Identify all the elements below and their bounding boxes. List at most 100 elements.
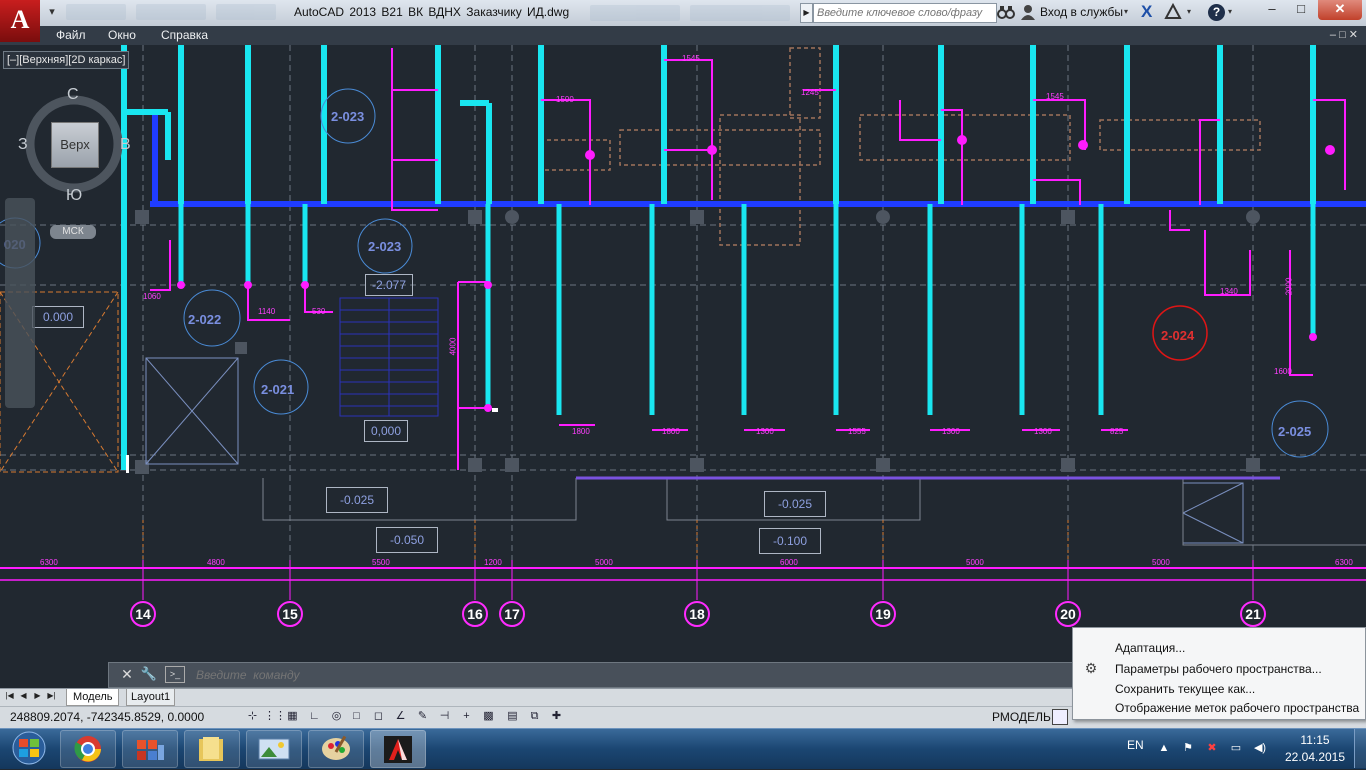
clock-time[interactable]: 11:15 — [1290, 733, 1340, 748]
ribbon-tabs-ghost — [66, 2, 286, 22]
quick-view-layouts-icon[interactable] — [1052, 709, 1068, 725]
grid-axis-label: 18 — [684, 601, 710, 627]
taskbar-chrome-icon[interactable] — [60, 730, 116, 768]
dimension-text: 5000 — [595, 558, 613, 567]
taskbar-autocad-icon[interactable] — [370, 730, 426, 768]
viewport-controls-label[interactable]: [–][Верхняя][2D каркас] — [3, 51, 130, 69]
viewcube-top-face[interactable]: Верх — [51, 122, 99, 168]
signin-button[interactable]: Вход в службы — [1040, 0, 1123, 24]
grid-axis-label: 14 — [130, 601, 156, 627]
user-icon[interactable] — [1021, 4, 1035, 20]
quick-properties-icon[interactable]: ▤ — [504, 708, 521, 725]
pipe-dimension-text: 1545 — [682, 54, 700, 63]
menu-item-save-current-as[interactable]: Сохранить текущее как... — [1115, 679, 1255, 699]
tab-layout1[interactable]: Layout1 — [126, 689, 176, 706]
3d-osnap-icon[interactable]: ◻ — [370, 708, 387, 725]
stay-connected-dropdown-icon[interactable]: ▾ — [1187, 0, 1191, 24]
dimension-text: 6300 — [40, 558, 58, 567]
menu-item-customize[interactable]: Адаптация... — [1115, 638, 1185, 658]
exchange-apps-icon[interactable]: X — [1141, 3, 1159, 21]
menu-item-display-workspace-labels[interactable]: Отображение меток рабочего пространства — [1115, 698, 1359, 718]
viewcube-north[interactable]: С — [67, 86, 79, 104]
command-input[interactable] — [194, 664, 1058, 686]
model-space-toggle[interactable]: РМОДЕЛЬ — [992, 706, 1051, 728]
level-mark: 0.000 — [32, 306, 84, 328]
signin-dropdown-icon[interactable]: ▾ — [1124, 0, 1128, 24]
viewcube-south[interactable]: Ю — [66, 187, 82, 205]
command-line-close-icon[interactable]: ✕ — [118, 664, 136, 684]
transparency-icon[interactable]: ▩ — [480, 708, 497, 725]
windows-start-icon[interactable] — [4, 730, 50, 766]
help-dropdown-icon[interactable]: ▾ — [1228, 0, 1232, 24]
maximize-button[interactable]: □ — [1287, 0, 1315, 20]
drawing-canvas[interactable] — [0, 45, 1366, 688]
snap-mode-icon[interactable]: ⋮⋮ — [264, 708, 286, 725]
help-icon[interactable]: ? — [1208, 4, 1225, 21]
level-mark: -0.025 — [326, 487, 388, 513]
pipe-dimension-text: 1800 — [572, 427, 590, 436]
taskbar-paint-icon[interactable] — [308, 730, 364, 768]
tray-flag-icon[interactable]: ⚑ — [1180, 740, 1196, 756]
room-tag: 2-021 — [261, 382, 295, 397]
search-input[interactable] — [813, 3, 997, 23]
menu-item-workspace-settings[interactable]: Параметры рабочего пространства... — [1115, 659, 1322, 679]
menu-window[interactable]: Окно — [108, 26, 136, 45]
tray-expand-icon[interactable]: ▲ — [1156, 740, 1172, 756]
tab-prev-icon[interactable]: ◀ — [18, 690, 29, 702]
application-menu-button[interactable]: A — [0, 0, 40, 42]
dimension-text: 5500 — [372, 558, 390, 567]
tab-next-icon[interactable]: ▶ — [32, 690, 43, 702]
selection-cycling-icon[interactable]: ⧉ — [526, 708, 543, 725]
show-desktop-button[interactable] — [1354, 729, 1366, 768]
tab-first-icon[interactable]: |◀ — [4, 690, 15, 702]
object-snap-icon[interactable]: □ — [348, 708, 365, 725]
infer-constraints-icon[interactable]: ⊹ — [244, 708, 261, 725]
pipe-dimension-text: 1245 — [801, 88, 819, 97]
viewcube-west[interactable]: З — [18, 136, 28, 154]
clock-date[interactable]: 22.04.2015 — [1284, 750, 1346, 765]
tab-model[interactable]: Модель — [66, 689, 120, 706]
tray-network-icon[interactable]: ▭ — [1228, 740, 1244, 756]
quick-access-dropdown-icon[interactable]: ▾ — [44, 3, 60, 21]
dynamic-input-icon[interactable]: ⊣ — [436, 708, 453, 725]
search-expand-arrow-icon[interactable]: ▶ — [800, 3, 813, 23]
grid-axis-label: 19 — [870, 601, 896, 627]
taskbar-photo-viewer-icon[interactable] — [246, 730, 302, 768]
input-language-indicator[interactable]: EN — [1127, 738, 1144, 754]
dimension-text: 4800 — [207, 558, 225, 567]
pipe-dimension-text: 1300 — [942, 427, 960, 436]
navigation-bar[interactable] — [5, 198, 35, 408]
annotation-monitor-icon[interactable]: ✚ — [548, 708, 565, 725]
room-tag: 2-025 — [1278, 424, 1312, 439]
level-mark: -2.077 — [365, 274, 413, 296]
window-title: AutoCAD 2013 B21 ВК ВДНХ Заказчику ИД.dw… — [294, 5, 570, 19]
tab-last-icon[interactable]: ▶| — [46, 690, 57, 702]
tray-volume-icon[interactable]: ◀) — [1252, 740, 1268, 756]
tray-security-icon[interactable]: ✖ — [1204, 740, 1220, 756]
command-line-settings-icon[interactable]: 🔧 — [140, 664, 158, 684]
menu-file[interactable]: Файл — [56, 26, 86, 45]
object-snap-tracking-icon[interactable]: ∠ — [392, 708, 409, 725]
minimize-button[interactable]: – — [1258, 0, 1286, 20]
coordinates-readout[interactable]: 248809.2074, -742345.8529, 0.0000 — [10, 706, 204, 728]
recent-commands-icon[interactable]: >_ — [165, 666, 185, 683]
level-mark: -0.100 — [759, 528, 821, 554]
room-tag: 2-023 — [368, 239, 402, 254]
document-window-controls[interactable]: – □ ✕ — [1330, 26, 1358, 45]
grid-display-icon[interactable]: ▦ — [284, 708, 301, 725]
polar-tracking-icon[interactable]: ◎ — [328, 708, 345, 725]
ucs-menu-button[interactable]: МСК — [50, 225, 96, 239]
stay-connected-icon[interactable] — [1164, 2, 1182, 21]
pipe-dimension-text: 1500 — [556, 95, 574, 104]
taskbar-explorer-icon[interactable] — [184, 730, 240, 768]
lineweight-icon[interactable]: + — [458, 708, 475, 725]
binoculars-icon[interactable] — [997, 4, 1015, 20]
ortho-mode-icon[interactable]: ∟ — [306, 708, 323, 725]
pipe-dimension-text: 1060 — [143, 292, 161, 301]
dynamic-ucs-icon[interactable]: ✎ — [414, 708, 431, 725]
menu-help[interactable]: Справка — [161, 26, 208, 45]
taskbar-office-icon[interactable] — [122, 730, 178, 768]
pipe-dimension-text: 4000 — [448, 337, 458, 356]
viewcube-east[interactable]: В — [120, 136, 131, 154]
close-button[interactable]: ✕ — [1318, 0, 1362, 20]
